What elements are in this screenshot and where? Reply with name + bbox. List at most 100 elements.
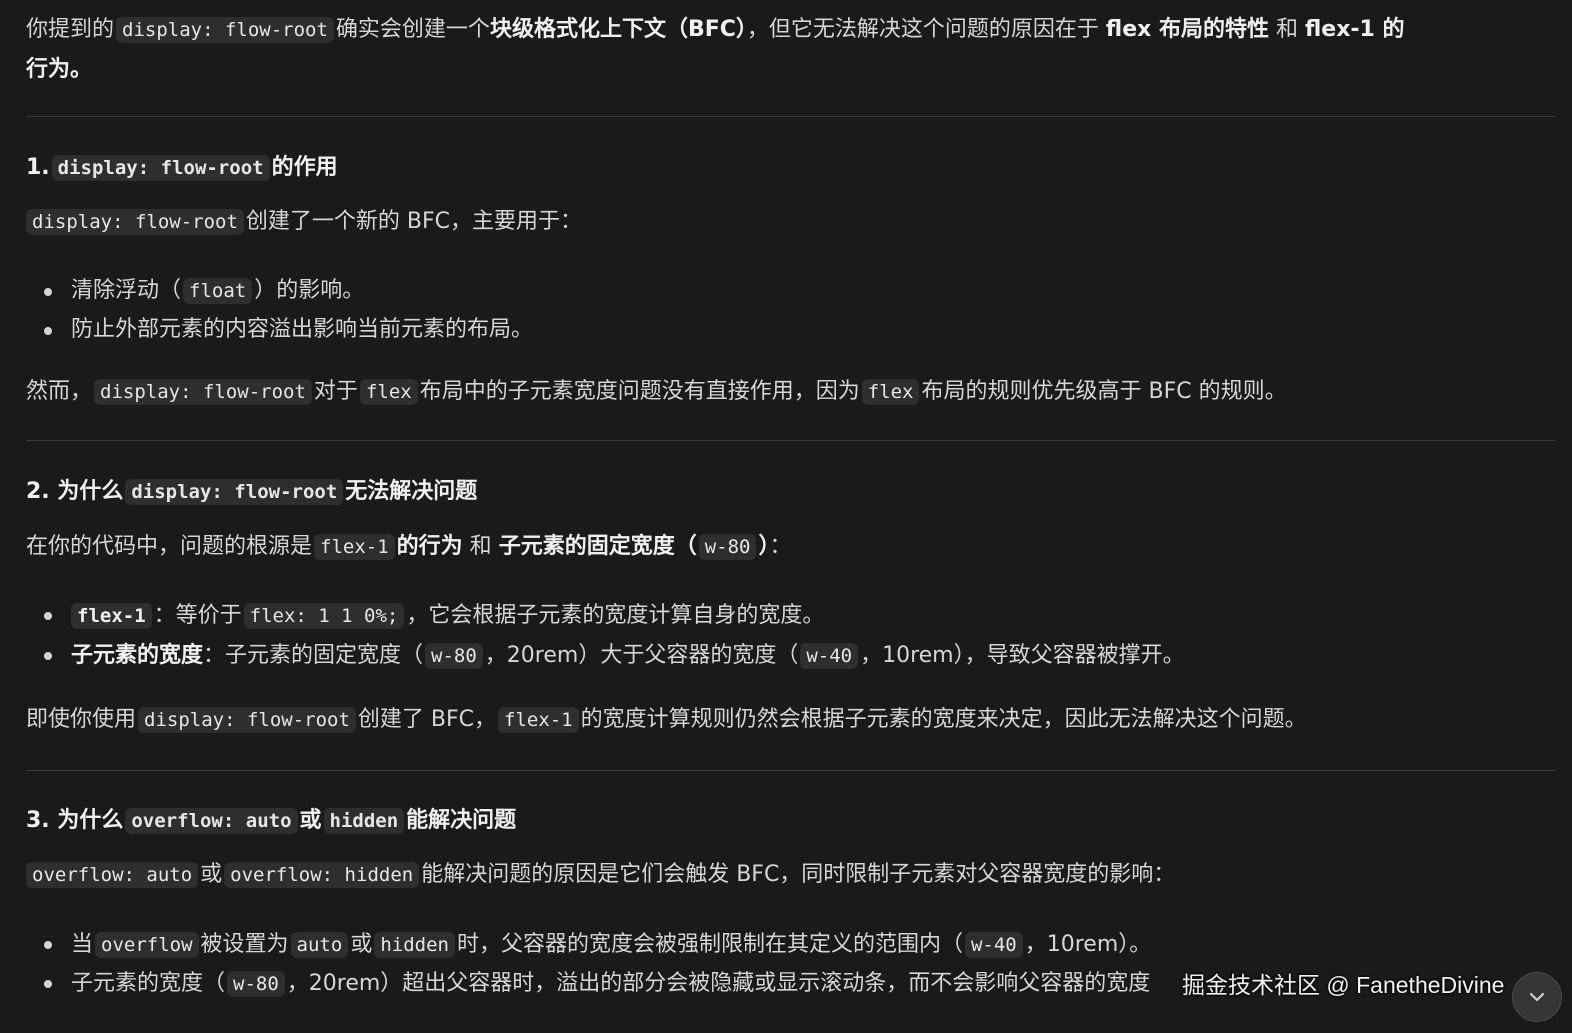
inline-code: display: flow-root [26,209,244,235]
text: 创建了一个新的 BFC，主要用于： [245,209,583,234]
text: ，20rem）大于父容器的宽度（ [484,643,799,668]
bold-text: flex 布局的特性 [1105,17,1269,42]
inline-code: overflow [95,932,199,958]
text: 或 [350,932,373,957]
text: 对于 [313,379,358,404]
inline-code: display: flow-root [94,379,312,405]
section-1-paragraph-2: 然而， display: flow-root 对于 flex 布局中的子元素宽度问题没有… [26,374,1287,410]
section-1-paragraph-1: display: flow-root 创建了一个新的 BFC，主要用于： [26,204,582,240]
text: 清除浮动（ [71,278,182,303]
text: 和 [469,534,492,559]
inline-code: w-40 [800,643,859,669]
text: ：等价于 [153,603,242,628]
heading-number: 1. [26,155,50,180]
bullet-dot [44,941,52,949]
text: 即使你使用 [26,707,137,732]
text: 布局的规则优先级高于 BFC 的规则。 [921,379,1287,404]
inline-code: overflow: auto [26,862,199,888]
text: ： [769,534,792,559]
section-1-heading: 1. display: flow-root 的作用 [26,150,338,186]
heading-text: 或 [299,808,322,833]
list-item: 当 overflow 被设置为 auto 或 hidden 时，父容器的宽度会被强制限制在其… [71,927,1151,963]
text: ，但它无法解决这个问题的原因在于 [746,17,1099,42]
text: 或 [200,862,223,887]
inline-code: w-80 [425,643,483,669]
scroll-to-bottom-button[interactable] [1512,972,1562,1022]
text: ，10rem），导致父容器被撑开。 [860,643,1185,668]
text: 被设置为 [200,932,289,957]
heading-number: 3. [26,808,50,833]
heading-text: 为什么 [57,808,124,833]
chevron-down-icon [1529,992,1545,1002]
text: ）的影响。 [254,278,365,303]
inline-code: w-80 [227,971,285,997]
inline-code: display: flow-root [138,707,356,733]
inline-code: float [183,278,253,304]
inline-code: w-40 [964,932,1023,958]
list-item: 子元素的宽度（ w-80 ，20rem）超出父容器时，溢出的部分会被隐藏或显示滚动条… [71,966,1150,1002]
inline-code: display: flow-root [116,17,334,43]
list-item: 清除浮动（ float ）的影响。 [71,273,364,309]
heading-text: 为什么 [57,479,124,504]
divider [26,116,1556,117]
text: 的宽度计算规则仍然会根据子元素的宽度来决定，因此无法解决这个问题。 [580,707,1307,732]
text: 子元素的宽度（ [71,971,226,996]
section-2-heading: 2. 为什么 display: flow-root 无法解决问题 [26,474,477,510]
bold-text: ） [758,534,770,559]
text: 确实会创建一个 [335,17,490,42]
text: ，10rem）。 [1024,932,1152,957]
divider [26,440,1556,441]
inline-code: flex-1 [314,534,395,560]
text: ，20rem）超出父容器时，溢出的部分会被隐藏或显示滚动条，而不会影响父容器的宽… [286,971,1151,996]
bullet-dot [44,652,52,660]
heading-text: 无法解决问题 [345,479,478,504]
list-item: flex-1 ：等价于 flex: 1 1 0%; ，它会根据子元素的宽度计算自身的宽… [71,598,824,634]
intro-line-1: 你提到的 display: flow-root 确实会创建一个块级格式化上下文（BF… [26,12,1405,48]
section-3-heading: 3. 为什么 overflow: auto 或 hidden 能解决问题 [26,803,516,839]
inline-code: hidden [323,808,405,834]
inline-code: display: flow-root [51,155,270,181]
bullet-dot [44,612,52,620]
inline-code: flex: 1 1 0%; [243,603,405,629]
text: 在你的代码中，问题的根源是 [26,534,313,559]
inline-code: flex [861,379,920,405]
list-item: 防止外部元素的内容溢出影响当前元素的布局。 [71,317,534,342]
text: 然而， [26,379,93,404]
inline-code: overflow: auto [125,808,298,834]
inline-code: display: flow-root [125,479,344,505]
heading-text: 的作用 [271,155,338,180]
inline-code: flex-1 [71,603,152,629]
bold-text: 的行为 [396,534,463,559]
heading-number: 2. [26,479,50,504]
section-3-paragraph-1: overflow: auto 或 overflow: hidden 能解决问题的原因是… [26,857,1175,893]
bullet-dot [44,327,52,335]
bullet-dot [44,288,52,296]
heading-text: 能解决问题 [406,808,517,833]
inline-code: hidden [374,932,455,958]
text: 创建了 BFC， [357,707,497,732]
inline-code: auto [290,932,349,958]
bold-text: flex-1 的 [1305,17,1405,42]
text: 当 [71,932,94,957]
bold-text: 块级格式化上下文（BFC） [489,17,747,42]
inline-code: flex [359,379,418,405]
text: ，它会根据子元素的宽度计算自身的宽度。 [406,603,825,628]
intro-line-2: 行为。 [26,57,93,82]
inline-code: flex-1 [498,707,579,733]
bullet-dot [44,980,52,988]
text: 能解决问题的原因是它们会触发 BFC，同时限制子元素对父容器宽度的影响： [421,862,1176,887]
text: 布局中的子元素宽度问题没有直接作用，因为 [419,379,860,404]
text: 你提到的 [26,17,115,42]
list-item: 子元素的宽度：子元素的固定宽度（ w-80 ，20rem）大于父容器的宽度（ w-40… [71,638,1185,674]
section-2-paragraph-2: 即使你使用 display: flow-root 创建了 BFC， flex-1 的宽度… [26,702,1307,738]
inline-code: overflow: hidden [224,862,420,888]
text: 和 [1275,17,1298,42]
bold-text: 子元素的固定宽度（ [498,534,697,559]
text: 时，父容器的宽度会被强制限制在其定义的范围内（ [456,932,963,957]
bold-text: 子元素的宽度 [71,643,204,668]
section-2-paragraph-1: 在你的代码中，问题的根源是 flex-1 的行为 和 子元素的固定宽度（ w-80）： [26,529,792,565]
watermark: 掘金技术社区 @ FanetheDivine [1182,972,1505,998]
text: ：子元素的固定宽度（ [203,643,424,668]
inline-code: w-80 [698,534,757,560]
divider [26,770,1556,771]
